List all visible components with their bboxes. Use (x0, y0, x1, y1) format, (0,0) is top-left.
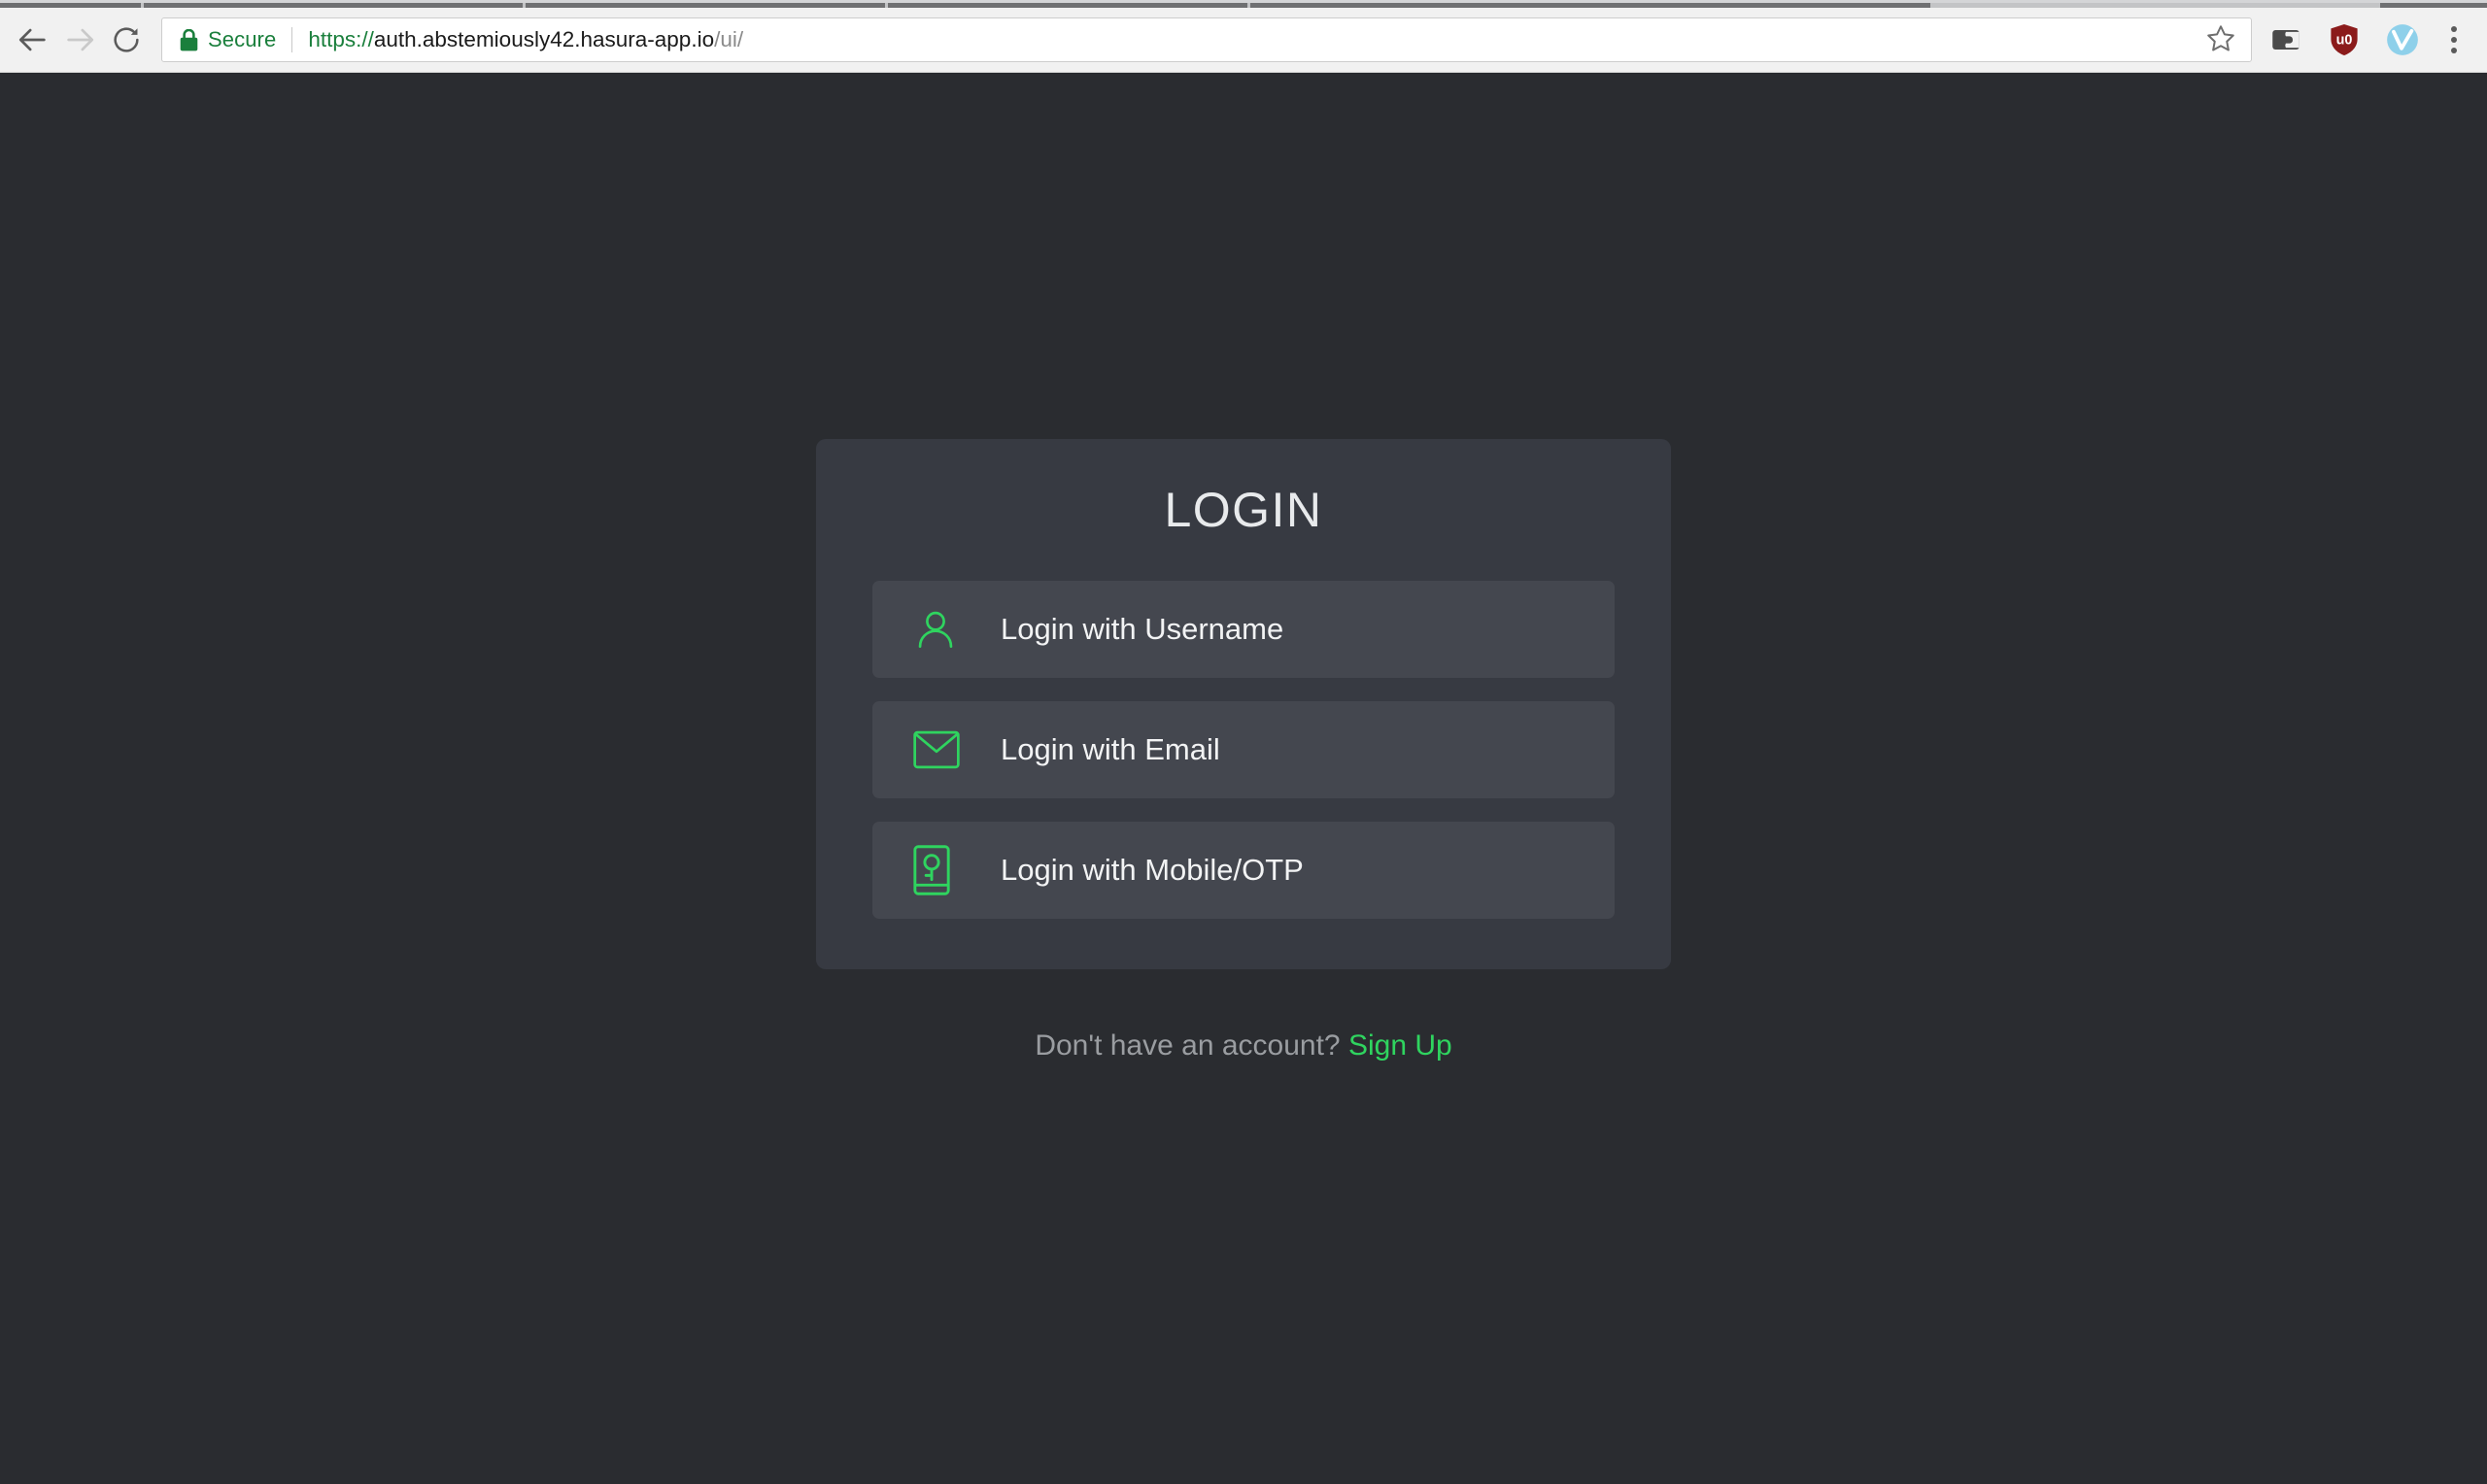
security-status-label: Secure (208, 27, 277, 51)
page-title: LOGIN (1164, 483, 1323, 537)
star-icon (2206, 23, 2235, 57)
envelope-icon (913, 730, 970, 769)
signup-prompt: Don't have an account? Sign Up (1035, 1029, 1451, 1062)
three-dot-menu-icon (2451, 26, 2457, 32)
login-with-username-button[interactable]: Login with Username (872, 581, 1615, 678)
extension-icons: u0 (2269, 23, 2419, 56)
sign-up-link[interactable]: Sign Up (1348, 1029, 1452, 1062)
browser-toolbar: Secure https://auth.abstemiously42.hasur… (0, 8, 2487, 73)
vimium-extension-icon[interactable] (2386, 23, 2419, 56)
lock-icon (180, 28, 198, 51)
login-option-label: Login with Username (1001, 612, 1284, 646)
login-card: LOGIN Login with Username Login with Ema… (816, 439, 1671, 969)
page-content: LOGIN Login with Username Login with Ema… (0, 74, 2487, 1484)
back-button[interactable] (10, 17, 56, 63)
signup-prompt-text: Don't have an account? (1035, 1029, 1341, 1062)
pocket-extension-icon[interactable] (2269, 23, 2302, 56)
svg-text:u0: u0 (2336, 32, 2353, 48)
login-option-label: Login with Email (1001, 732, 1220, 766)
arrow-right-icon (63, 23, 96, 56)
login-option-label: Login with Mobile/OTP (1001, 853, 1304, 887)
three-dot-menu-icon-dot (2451, 37, 2457, 43)
three-dot-menu-icon-dot (2451, 48, 2457, 53)
url-host: auth.abstemiously42.hasura-app.io (373, 27, 715, 51)
ublock-origin-extension-icon[interactable]: u0 (2328, 23, 2361, 56)
browser-menu-button[interactable] (2438, 20, 2470, 59)
reload-icon (111, 24, 142, 55)
omnibox-divider (291, 27, 293, 52)
bookmark-button[interactable] (2204, 23, 2237, 57)
url-scheme: https:// (308, 27, 374, 51)
arrow-left-icon (17, 23, 50, 56)
url-path: /ui/ (714, 27, 744, 51)
mobile-key-icon (913, 845, 970, 895)
login-with-email-button[interactable]: Login with Email (872, 701, 1615, 798)
reload-button[interactable] (103, 17, 150, 63)
address-bar[interactable]: Secure https://auth.abstemiously42.hasur… (161, 17, 2252, 62)
login-with-mobile-otp-button[interactable]: Login with Mobile/OTP (872, 822, 1615, 919)
forward-button[interactable] (56, 17, 103, 63)
user-icon (913, 607, 970, 652)
url-text: https://auth.abstemiously42.hasura-app.i… (308, 27, 2197, 52)
browser-tab-strip (0, 0, 2487, 8)
